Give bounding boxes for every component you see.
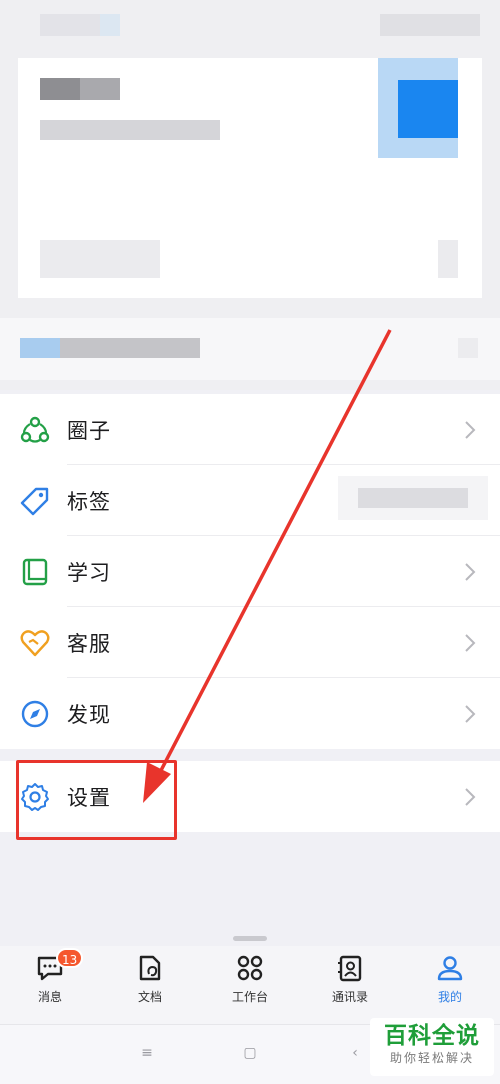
home-icon[interactable]: ▢ bbox=[240, 1043, 260, 1063]
menu-label: 客服 bbox=[67, 631, 111, 656]
tab-label: 工作台 bbox=[231, 990, 268, 1004]
menu-item-study[interactable]: 学习 bbox=[0, 536, 500, 607]
tab-label: 文档 bbox=[137, 990, 162, 1004]
menu-label: 学习 bbox=[67, 560, 111, 585]
menu-list: 圈子 标签 学习 客服 发现 bbox=[0, 394, 500, 749]
blurred-tag-value bbox=[338, 476, 488, 520]
blurred-text bbox=[438, 240, 458, 278]
menu-label: 标签 bbox=[67, 489, 111, 514]
highlight-box bbox=[16, 760, 177, 840]
tab-label: 消息 bbox=[37, 990, 62, 1004]
back-icon[interactable]: ‹ bbox=[345, 1043, 365, 1063]
blurred-text bbox=[380, 14, 480, 36]
tab-bar: 13 消息 文档 工作台 通讯录 我的 bbox=[0, 946, 500, 1024]
tab-workbench[interactable]: 工作台 bbox=[200, 946, 300, 1024]
menu-item-discover[interactable]: 发现 bbox=[0, 678, 500, 749]
blurred-id bbox=[40, 120, 220, 140]
profile-card[interactable] bbox=[18, 58, 482, 298]
tag-icon bbox=[20, 487, 49, 515]
tab-label: 我的 bbox=[437, 990, 462, 1004]
book-icon bbox=[22, 558, 48, 585]
compass-icon bbox=[21, 700, 49, 727]
watermark-title: 百科全说 bbox=[384, 1023, 480, 1049]
menu-label: 圈子 bbox=[67, 418, 111, 443]
menu-label: 发现 bbox=[67, 702, 111, 727]
watermark-subtitle: 助你轻松解决 bbox=[389, 1051, 474, 1065]
menu-icon[interactable]: ≡ bbox=[137, 1043, 157, 1063]
blurred-text bbox=[40, 240, 160, 278]
menu-item-circle[interactable]: 圈子 bbox=[0, 394, 500, 465]
info-strip[interactable] bbox=[0, 318, 500, 380]
watermark: 百科全说 助你轻松解决 bbox=[370, 1018, 494, 1076]
tab-messages[interactable]: 13 消息 bbox=[0, 946, 100, 1024]
contacts-icon bbox=[338, 955, 362, 982]
document-icon bbox=[139, 955, 161, 981]
blurred-name bbox=[80, 78, 120, 100]
blurred-text bbox=[100, 14, 120, 36]
qr-code-icon-inner bbox=[398, 80, 458, 138]
profile-icon bbox=[437, 956, 463, 981]
circle-icon bbox=[20, 416, 50, 443]
tab-label: 通讯录 bbox=[331, 990, 368, 1004]
menu-item-service[interactable]: 客服 bbox=[0, 607, 500, 678]
drag-handle[interactable] bbox=[233, 936, 267, 941]
profile-header bbox=[0, 0, 500, 390]
blurred-text bbox=[20, 338, 60, 358]
heart-icon bbox=[20, 629, 50, 656]
blurred-text bbox=[358, 488, 468, 508]
chevron-right-icon bbox=[465, 562, 476, 581]
tab-contacts[interactable]: 通讯录 bbox=[300, 946, 400, 1024]
chevron-right-icon bbox=[465, 420, 476, 439]
unread-badge: 13 bbox=[56, 948, 84, 968]
blurred-text bbox=[60, 338, 200, 358]
chevron-right-icon bbox=[465, 704, 476, 723]
tab-me[interactable]: 我的 bbox=[400, 946, 500, 1024]
blurred-text bbox=[458, 338, 478, 358]
tab-documents[interactable]: 文档 bbox=[100, 946, 200, 1024]
workbench-icon bbox=[237, 955, 263, 981]
chevron-right-icon bbox=[465, 787, 476, 806]
chevron-right-icon bbox=[465, 633, 476, 652]
